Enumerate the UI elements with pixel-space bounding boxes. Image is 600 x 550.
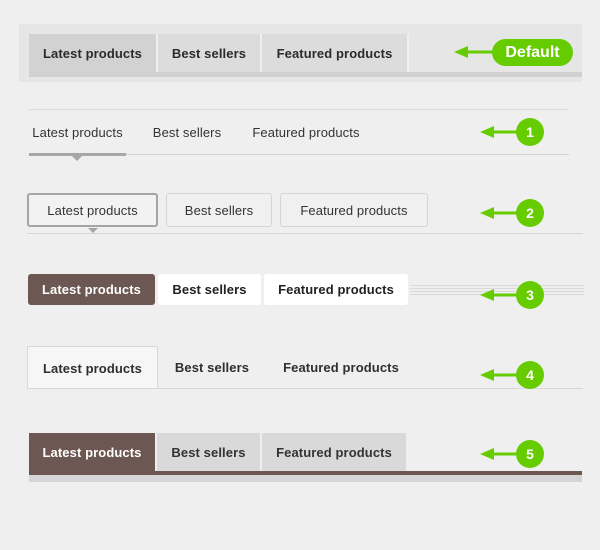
tab-featured-products[interactable]: Featured products bbox=[249, 120, 363, 144]
tab-featured-products[interactable]: Featured products bbox=[262, 34, 409, 72]
tab-best-sellers[interactable]: Best sellers bbox=[158, 34, 262, 72]
tab-latest-products[interactable]: Latest products bbox=[27, 193, 158, 227]
annotation-4: 4 bbox=[454, 360, 600, 390]
divider bbox=[27, 233, 583, 234]
tab-featured-products[interactable]: Featured products bbox=[280, 193, 428, 227]
annotation-2: 2 bbox=[454, 198, 600, 228]
tab-latest-products[interactable]: Latest products bbox=[29, 433, 157, 471]
tab-bar-underline bbox=[29, 72, 582, 77]
annotation-default: Default bbox=[454, 37, 600, 67]
annotation-label: 3 bbox=[516, 281, 544, 309]
tab-best-sellers[interactable]: Best sellers bbox=[166, 193, 272, 227]
tab-best-sellers[interactable]: Best sellers bbox=[158, 346, 266, 389]
annotation-label: 1 bbox=[516, 118, 544, 146]
tab-bar-base bbox=[29, 475, 582, 482]
annotation-label: 2 bbox=[516, 199, 544, 227]
annotation-3: 3 bbox=[454, 280, 600, 310]
annotation-1: 1 bbox=[454, 117, 600, 147]
annotation-5: 5 bbox=[454, 439, 600, 469]
tab-best-sellers[interactable]: Best sellers bbox=[157, 433, 262, 471]
annotation-label: 4 bbox=[516, 361, 544, 389]
annotation-label: Default bbox=[492, 39, 573, 66]
tab-styles-showcase: Latest products Best sellers Featured pr… bbox=[0, 0, 600, 550]
tab-featured-products[interactable]: Featured products bbox=[264, 274, 408, 305]
caret-down-icon bbox=[72, 156, 82, 161]
tab-latest-products[interactable]: Latest products bbox=[29, 120, 126, 144]
tab-latest-products[interactable]: Latest products bbox=[29, 34, 158, 72]
tab-latest-products[interactable]: Latest products bbox=[27, 346, 158, 389]
divider bbox=[29, 109, 569, 110]
tab-latest-products[interactable]: Latest products bbox=[28, 274, 155, 305]
tab-best-sellers[interactable]: Best sellers bbox=[149, 120, 225, 144]
tab-best-sellers[interactable]: Best sellers bbox=[158, 274, 261, 305]
tab-featured-products[interactable]: Featured products bbox=[266, 346, 416, 389]
annotation-label: 5 bbox=[516, 440, 544, 468]
tab-featured-products[interactable]: Featured products bbox=[262, 433, 408, 471]
